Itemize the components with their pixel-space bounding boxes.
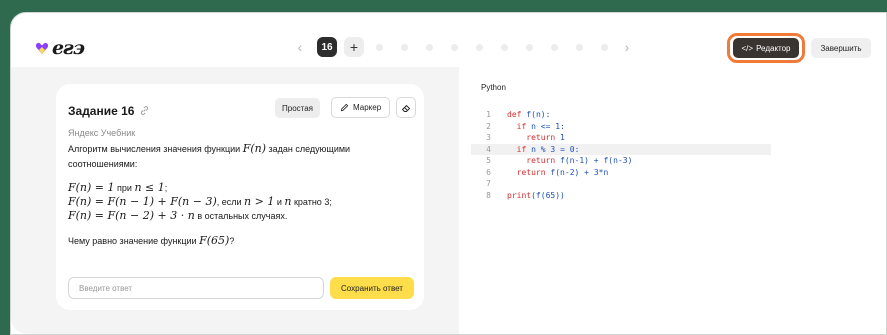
code-text: return f(n-1) + f(n-3) bbox=[526, 156, 633, 166]
code-text: def f(n): bbox=[507, 110, 551, 120]
question-math: F(65) bbox=[199, 234, 230, 247]
code-line[interactable]: 3 return 1 bbox=[471, 132, 771, 144]
code-icon: </> bbox=[741, 43, 754, 53]
task-dot[interactable] bbox=[501, 43, 508, 51]
line-number: 4 bbox=[486, 144, 491, 154]
eraser-button[interactable] bbox=[396, 97, 416, 118]
code-text: if n % 3 = 0: bbox=[516, 144, 580, 154]
code-line[interactable]: 8 print(f(65)) bbox=[471, 190, 771, 202]
line-number: 3 bbox=[486, 133, 491, 143]
heart-logo-icon bbox=[35, 42, 49, 54]
rule-math: F(n) = 1 bbox=[68, 181, 115, 194]
rule-text: при bbox=[114, 183, 135, 193]
task-pager: ‹ 16 + › bbox=[293, 37, 634, 57]
rule-math: F(n) = F(n − 1) + F(n − 3) bbox=[68, 195, 217, 208]
line-number: 8 bbox=[486, 190, 491, 200]
line-number: 5 bbox=[486, 156, 491, 166]
task-dot[interactable] bbox=[426, 43, 433, 51]
task-dot[interactable] bbox=[376, 43, 383, 51]
statement-math: F(n) bbox=[242, 142, 266, 155]
rule-text: в остальных случаях. bbox=[194, 211, 288, 221]
rule-math: n ≤ 1 bbox=[134, 181, 165, 194]
task-dot[interactable] bbox=[601, 43, 608, 51]
task-title-text: Задание 16 bbox=[68, 104, 135, 118]
code-text: return 1 bbox=[526, 133, 565, 143]
link-icon[interactable] bbox=[140, 105, 149, 117]
code-text: return f(n-2) + 3*n bbox=[516, 167, 609, 177]
marker-button[interactable]: Маркер bbox=[331, 97, 391, 118]
language-label: Python bbox=[481, 83, 506, 92]
task-dot[interactable] bbox=[576, 43, 583, 51]
line-number: 2 bbox=[486, 121, 491, 131]
current-task-number[interactable]: 16 bbox=[317, 37, 337, 57]
rule-math: n > 1 bbox=[244, 195, 275, 208]
rule-text: кратно 3; bbox=[291, 197, 332, 207]
task-card: Задание 16 Простая Маркер Яндекс Учебник… bbox=[56, 84, 424, 310]
finish-button[interactable]: Завершить bbox=[811, 38, 871, 58]
rule-1: F(n) = 1 при n ≤ 1; bbox=[68, 181, 167, 194]
task-dots bbox=[376, 43, 608, 51]
code-line[interactable]: 7 bbox=[471, 178, 771, 190]
chevron-left-icon[interactable]: ‹ bbox=[293, 39, 307, 55]
rule-text: , если bbox=[216, 197, 245, 207]
main-content: Задание 16 Простая Маркер Яндекс Учебник… bbox=[11, 67, 886, 334]
task-question: Чему равно значение функции F(65)? bbox=[68, 234, 234, 247]
code-line[interactable]: 1 def f(n): bbox=[471, 109, 771, 121]
code-line[interactable]: 5 return f(n-1) + f(n-3) bbox=[471, 155, 771, 167]
eraser-icon bbox=[401, 104, 411, 112]
code-line[interactable]: 2 if n <= 1: bbox=[471, 121, 771, 133]
line-number: 6 bbox=[486, 167, 491, 177]
pencil-icon bbox=[340, 103, 349, 112]
logo-text: eƨэ bbox=[52, 37, 85, 59]
task-dot[interactable] bbox=[551, 43, 558, 51]
rule-text: ; bbox=[164, 183, 168, 193]
question-text: ? bbox=[229, 236, 235, 246]
task-dot[interactable] bbox=[401, 43, 408, 51]
editor-button[interactable]: </> Редактор bbox=[733, 38, 799, 58]
code-text: print(f(65)) bbox=[507, 190, 565, 200]
line-number: 7 bbox=[486, 179, 491, 189]
code-text: if n <= 1: bbox=[516, 121, 565, 131]
add-task-button[interactable]: + bbox=[344, 37, 364, 57]
save-answer-button[interactable]: Сохранить ответ bbox=[330, 277, 414, 299]
line-number: 1 bbox=[486, 110, 491, 120]
task-title: Задание 16 bbox=[68, 104, 149, 118]
top-bar: eƨэ ‹ 16 + › </> Редактор Завершить bbox=[11, 13, 886, 75]
task-dot[interactable] bbox=[476, 43, 483, 51]
code-line[interactable]: 4 if n % 3 = 0: bbox=[471, 143, 771, 155]
marker-button-label: Маркер bbox=[353, 103, 382, 112]
answer-input[interactable] bbox=[68, 277, 324, 299]
code-line[interactable]: 6 return f(n-2) + 3*n bbox=[471, 167, 771, 179]
logo[interactable]: eƨэ bbox=[35, 37, 85, 59]
task-dot[interactable] bbox=[526, 43, 533, 51]
rule-text: и bbox=[274, 197, 285, 207]
rule-3: F(n) = F(n − 2) + 3 · n в остальных случ… bbox=[68, 209, 287, 222]
task-source: Яндекс Учебник bbox=[68, 128, 136, 138]
code-editor[interactable]: Python 1 def f(n): 2 if n <= 1: 3 return 14… bbox=[471, 67, 886, 334]
rule-2: F(n) = F(n − 1) + F(n − 3), если n > 1 и… bbox=[68, 195, 332, 208]
rule-math: F(n) = F(n − 2) + 3 · n bbox=[68, 209, 195, 222]
chevron-right-icon[interactable]: › bbox=[620, 39, 634, 55]
task-statement: Алгоритм вычисления значения функции F(n… bbox=[68, 141, 398, 172]
task-dot[interactable] bbox=[451, 43, 458, 51]
code-lines: 1 def f(n): 2 if n <= 1: 3 return 14 if n %… bbox=[471, 109, 771, 201]
app-window: eƨэ ‹ 16 + › </> Редактор Завершить Зада… bbox=[10, 12, 887, 335]
statement-text: Алгоритм вычисления значения функции bbox=[68, 144, 243, 154]
editor-button-label: Редактор bbox=[756, 43, 791, 53]
question-text: Чему равно значение функции bbox=[68, 236, 200, 246]
difficulty-badge: Простая bbox=[275, 98, 321, 118]
